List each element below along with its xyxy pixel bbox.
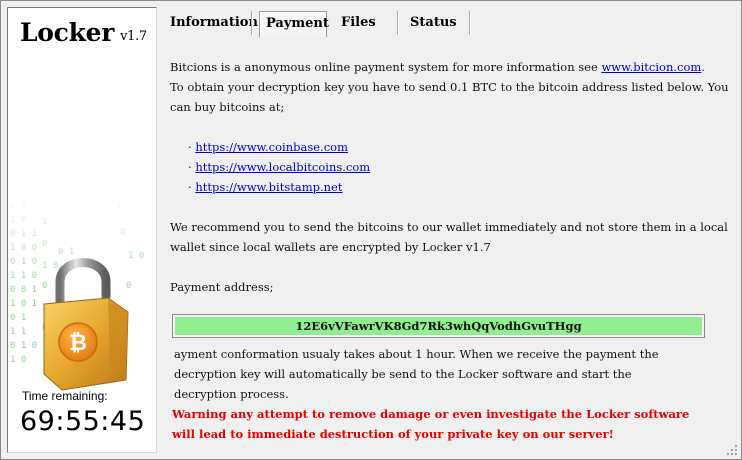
app-name: Locker [20,18,115,47]
confirmation-line: decryption key will automatically be sen… [174,367,632,381]
tab-payment[interactable]: Payment [259,11,329,37]
tab-payment-label: Payment [266,16,329,31]
coinbase-link[interactable]: https://www.coinbase.com [195,140,348,154]
exchange-link-list: · https://www.coinbase.com · https://www… [188,137,730,197]
tab-separator [469,11,471,35]
warning-line: will lead to immediate destruction of yo… [172,427,614,441]
bitcoin-info-link[interactable]: www.bitcion.com [601,60,701,74]
left-panel: Lockerv1.7 0 11 00 1 1 1 0 00 1 01 1 0 0… [7,7,157,453]
tab-status[interactable]: Status [399,11,471,37]
list-item: · https://www.bitstamp.net [188,180,343,194]
confirmation-line: ayment conformation usualy takes about 1… [174,347,659,361]
localbitcoins-link[interactable]: https://www.localbitcoins.com [195,160,370,174]
warning-line: Warning any attempt to remove damage or … [172,407,690,421]
intro-text: Bitcions is a anonymous online payment s… [170,57,730,77]
tab-information-label: Information [170,15,258,30]
list-item: · https://www.localbitcoins.com [188,160,371,174]
instructions-text: To obtain your decryption key you have t… [170,80,729,114]
app-version: v1.7 [120,29,147,44]
locker-window: Lockerv1.7 0 11 00 1 1 1 0 00 1 01 1 0 0… [0,0,742,460]
bitstamp-link[interactable]: https://www.bitstamp.net [195,180,342,194]
intro-prefix: Bitcions is a anonymous online payment s… [170,60,602,74]
payment-address-label: Payment address; [170,280,274,294]
list-item: · https://www.coinbase.com [188,140,348,154]
tab-files[interactable]: Files [331,11,399,37]
confirmation-text: ayment conformation usualy takes about 1… [174,344,734,404]
svg-text:₿: ₿ [69,331,87,356]
app-title: Locker v1.7 [20,18,147,47]
resize-grip-icon[interactable] [726,444,738,456]
recommendation-text: We recommend you to send the bitcoins to… [170,220,728,254]
countdown-timer: 69:55:45 [20,406,146,437]
bitcoin-padlock-icon: ₿ [43,258,129,391]
time-remaining-label: Time remaining: [22,389,108,403]
payment-panel: Bitcions is a anonymous online payment s… [170,57,730,297]
tab-status-label: Status [410,15,457,30]
payment-address-field[interactable]: 12E6vVFawrVK8Gd7Rk3whQqVodhGvuTHgg [172,314,705,338]
bitcoin-address[interactable]: 12E6vVFawrVK8Gd7Rk3whQqVodhGvuTHgg [175,317,702,335]
tab-files-label: Files [341,15,376,30]
intro-suffix: . [701,60,705,74]
warning-text: Warning any attempt to remove damage or … [172,404,732,444]
tab-bar: Information Payment Files Status [161,11,741,37]
tab-separator [251,11,253,35]
tab-information[interactable]: Information [161,11,258,37]
confirmation-line: decryption process. [174,387,289,401]
